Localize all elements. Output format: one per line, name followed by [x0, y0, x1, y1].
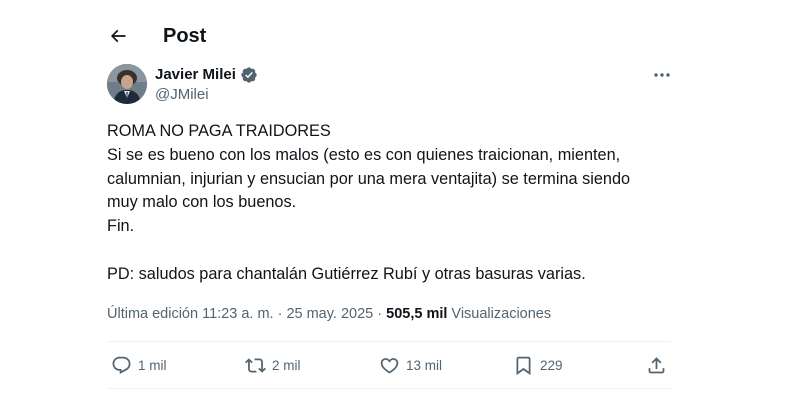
reply-icon — [112, 356, 131, 374]
post-header: Post — [0, 0, 786, 70]
share-button[interactable] — [646, 351, 667, 379]
reply-count: 1 mil — [138, 357, 167, 373]
divider — [107, 388, 671, 389]
reply-button[interactable]: 1 mil — [111, 351, 167, 379]
bookmark-count: 229 — [540, 357, 563, 373]
page-title: Post — [163, 25, 207, 47]
divider — [107, 341, 671, 342]
author-name[interactable]: Javier Milei — [155, 65, 236, 85]
post-line: muy malo con los buenos. — [107, 193, 297, 212]
like-button[interactable]: 13 mil — [379, 351, 442, 379]
more-dots-icon — [654, 73, 670, 77]
heart-icon — [380, 357, 399, 374]
views-count: 505,5 mil — [386, 306, 448, 322]
post-author: Javier Milei @JMilei — [107, 64, 677, 106]
action-bar: 1 mil 2 mil 13 mil 229 — [107, 351, 671, 379]
post-line: ROMA NO PAGA TRAIDORES — [107, 122, 331, 140]
avatar[interactable] — [107, 64, 147, 104]
edited-timestamp[interactable]: Última edición 11:23 a. m. · 25 may. 202… — [107, 306, 386, 322]
post-line: Fin. — [107, 217, 135, 236]
post-line — [107, 239, 677, 263]
arrow-left-icon — [110, 29, 126, 43]
post-line: Si se es bueno con los malos (esto es co… — [107, 145, 621, 164]
more-options-button[interactable] — [651, 66, 673, 84]
post-line: calumnian, injurian y ensucian por una m… — [107, 169, 631, 188]
verified-badge-icon — [240, 66, 258, 84]
like-count: 13 mil — [406, 357, 443, 373]
bookmark-button[interactable]: 229 — [513, 351, 563, 379]
back-button[interactable] — [104, 22, 132, 50]
repost-button[interactable]: 2 mil — [245, 351, 301, 379]
share-icon — [648, 356, 665, 373]
post-text: ROMA NO PAGA TRAIDORES Si se es bueno co… — [107, 120, 677, 287]
avatar-photo — [107, 64, 147, 104]
repost-icon — [245, 357, 266, 373]
repost-count: 2 mil — [272, 357, 301, 373]
views-label: Visualizaciones — [451, 306, 552, 322]
author-handle[interactable]: @JMilei — [155, 85, 209, 105]
post-meta: Última edición 11:23 a. m. · 25 may. 202… — [107, 304, 551, 324]
author-name-row: Javier Milei — [155, 65, 258, 85]
post-line: PD: saludos para chantalán Gutiérrez Rub… — [107, 264, 586, 283]
bookmark-icon — [516, 356, 531, 375]
